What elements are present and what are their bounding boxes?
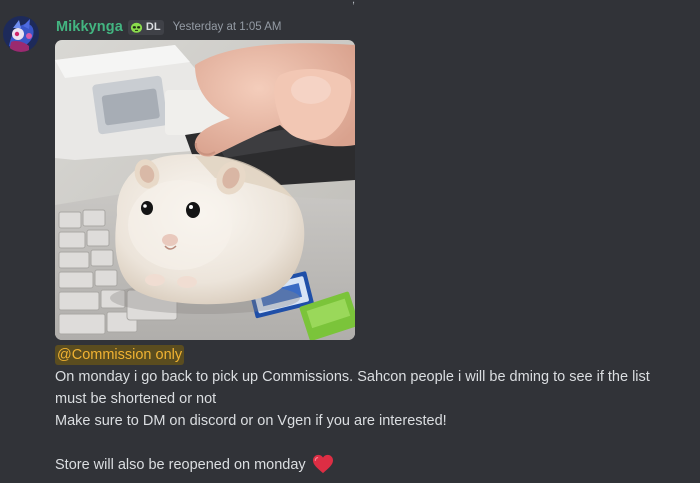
role-mention[interactable]: @Commission only [55,345,185,365]
discord-message-view: , Mikkynga DL Yesterday at 1:05 AM @Comm… [0,0,700,483]
message-header: Mikkynga DL Yesterday at 1:05 AM [56,16,281,38]
username[interactable]: Mikkynga [56,19,123,35]
image-attachment[interactable] [55,40,355,340]
message-line-3: Make sure to DM on discord or on Vgen if… [55,413,447,429]
message-content: @Commission only On monday i go back to … [55,344,695,476]
red-heart-emoji-icon[interactable] [312,454,334,474]
server-tag-label: DL [145,21,161,33]
previous-message-fragment: , [352,0,356,6]
message-line-1: On monday i go back to pick up Commissio… [55,369,650,385]
message-line-4: Store will also be reopened on monday [55,454,695,476]
message-line-2: must be shortened or not [55,391,217,407]
hamster-photo [55,40,355,340]
avatar[interactable] [3,16,39,52]
closing-text: Store will also be reopened on monday [55,457,306,473]
alien-face-icon [130,22,142,33]
server-tag[interactable]: DL [127,19,164,35]
message-timestamp[interactable]: Yesterday at 1:05 AM [173,21,282,33]
